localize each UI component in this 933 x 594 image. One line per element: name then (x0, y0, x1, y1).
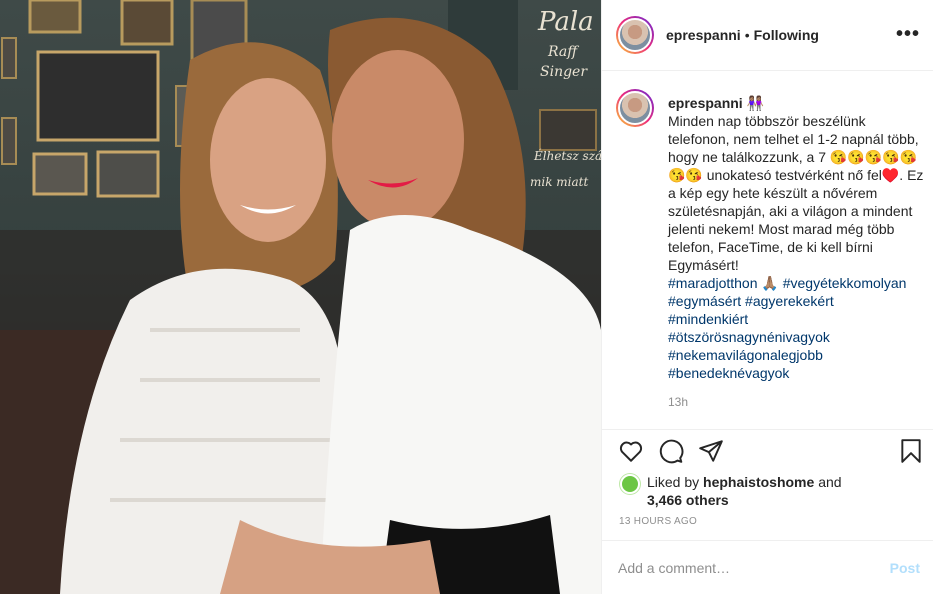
save-button[interactable] (898, 438, 924, 464)
post-comment-button[interactable]: Post (890, 560, 920, 576)
caption-author-emoji: 👭🏽 (746, 95, 765, 111)
hashtag-link[interactable]: #maradjotthon 🙏🏽 (668, 275, 779, 291)
share-button[interactable] (698, 438, 724, 464)
comment-input[interactable] (618, 560, 878, 576)
posted-time[interactable]: 13 HOURS AGO (619, 516, 697, 527)
svg-text:mik miatt: mik miatt (530, 175, 588, 189)
post-side-panel: eprespanni • Following ••• eprespanni 👭🏽 M… (601, 0, 933, 594)
comment-button[interactable] (658, 438, 684, 464)
others-likes-link[interactable]: 3,466 others (647, 492, 729, 508)
hashtag-link[interactable]: #mindenkiért (668, 311, 748, 327)
hashtag-link[interactable]: #agyerekekért (745, 293, 834, 309)
hashtag-list: #maradjotthon 🙏🏽 #vegyétekkomolyan #egym… (668, 275, 906, 381)
hashtag-link[interactable]: #vegyétekkomolyan (783, 275, 907, 291)
author-username-link[interactable]: eprespanni (666, 27, 741, 43)
caption-author-avatar[interactable] (616, 89, 654, 127)
liked-by-prefix: Liked by (647, 474, 700, 490)
hashtag-link[interactable]: #nekemavilágonalegjobb (668, 347, 823, 363)
heart-icon (619, 441, 643, 462)
comment-bar: Post (602, 540, 933, 594)
svg-text:Singer: Singer (540, 64, 588, 80)
like-button[interactable] (618, 438, 644, 464)
follow-status-button[interactable]: Following (754, 27, 819, 43)
liker-avatar[interactable] (620, 474, 640, 494)
caption-time[interactable]: 13h (668, 395, 688, 409)
caption-author-link[interactable]: eprespanni (668, 95, 743, 111)
more-options-button[interactable]: ••• (896, 24, 920, 44)
svg-text:Élhetsz száz: Élhetsz száz (533, 148, 601, 163)
author-avatar[interactable] (616, 16, 654, 54)
svg-text:Raff: Raff (547, 44, 579, 60)
caption: eprespanni 👭🏽 Minden nap többször beszél… (668, 94, 930, 382)
likes-text: Liked by hephaistoshome and 3,466 others (647, 473, 918, 509)
action-bar (602, 430, 933, 474)
paper-plane-icon (699, 440, 723, 462)
bookmark-icon (901, 439, 921, 463)
svg-text:Pala: Pala (537, 7, 594, 37)
comments-area: eprespanni 👭🏽 Minden nap többször beszél… (602, 71, 933, 430)
header-separator: • (744, 27, 750, 43)
comment-bubble-icon (659, 439, 684, 464)
hashtag-link[interactable]: #egymásért (668, 293, 741, 309)
caption-text: Minden nap többször beszélünk telefonon,… (668, 113, 924, 273)
header-author: eprespanni • Following (666, 27, 819, 43)
post-photo[interactable]: Pala Raff Singer Élhetsz száz mik miatt (0, 0, 601, 594)
hashtag-link[interactable]: #ötszörösnagynénivagyok (668, 329, 830, 345)
post-header: eprespanni • Following ••• (602, 0, 933, 71)
liked-by-user-link[interactable]: hephaistoshome (703, 474, 814, 490)
post-photo-illustration: Pala Raff Singer Élhetsz száz mik miatt (0, 0, 601, 594)
liked-by-and: and (818, 474, 842, 490)
hashtag-link[interactable]: #benedeknévagyok (668, 365, 789, 381)
